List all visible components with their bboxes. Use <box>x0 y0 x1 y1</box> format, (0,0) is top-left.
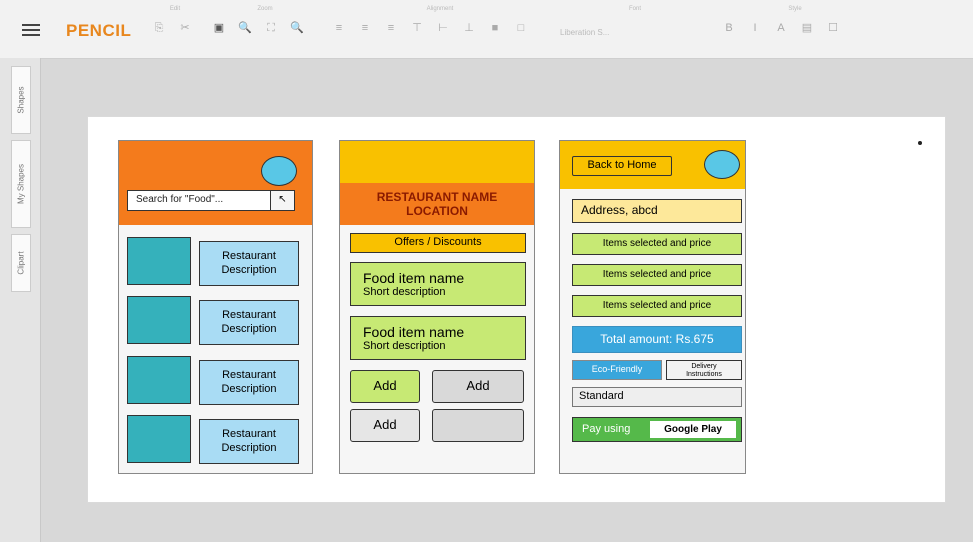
italic-icon[interactable]: I <box>746 21 764 35</box>
restaurant-name: RESTAURANT NAME <box>376 190 498 204</box>
phone-mockup-menu[interactable]: RESTAURANT NAME LOCATION Offers / Discou… <box>339 140 535 474</box>
header-bar <box>340 141 534 184</box>
fill-color-icon[interactable]: ▤ <box>798 21 816 35</box>
toolbar: PENCIL Edit ⎘ ✂ Zoom ▣ 🔍 ⛶ 🔍 Alignment ≡… <box>0 0 973 59</box>
align-top-icon[interactable]: ⊤ <box>408 21 426 35</box>
ungroup-icon[interactable]: □ <box>512 21 530 35</box>
align-center-icon[interactable]: ≡ <box>356 21 374 35</box>
canvas-dot <box>918 141 922 145</box>
restaurant-description[interactable]: Restaurant Description <box>199 300 299 345</box>
search-button[interactable]: ↖ <box>270 190 295 211</box>
food-item-desc: Short description <box>363 340 446 352</box>
restaurant-description[interactable]: Restaurant Description <box>199 241 299 286</box>
zoom-in-icon[interactable]: 🔍 <box>236 21 254 35</box>
restaurant-thumbnail[interactable] <box>127 356 191 404</box>
app-title: PENCIL <box>66 21 132 40</box>
add-button[interactable]: Add <box>350 409 420 442</box>
cart-item[interactable]: Items selected and price <box>572 233 742 255</box>
profile-avatar[interactable] <box>261 156 297 186</box>
text-color-icon[interactable]: A <box>772 21 790 35</box>
border-icon[interactable]: ☐ <box>824 21 842 35</box>
bold-icon[interactable]: B <box>720 21 738 35</box>
search-icon: ↖ <box>278 194 287 205</box>
copy-icon[interactable]: ⎘ <box>150 21 168 35</box>
payment-method: Google Play <box>650 421 736 438</box>
zoom-fit-icon[interactable]: ⛶ <box>262 21 280 35</box>
zoom-out-icon[interactable]: 🔍 <box>288 21 306 35</box>
drawing-canvas[interactable]: Search for "Food"... ↖ Restaurant Descri… <box>87 116 946 503</box>
alignment-group: Alignment ≡ ≡ ≡ ⊤ ⊢ ⊥ ■ □ <box>330 6 550 52</box>
tab-my-shapes[interactable]: My Shapes <box>11 140 31 228</box>
food-item-desc: Short description <box>363 286 446 298</box>
profile-avatar[interactable] <box>704 150 740 179</box>
offers-button[interactable]: Offers / Discounts <box>350 233 526 253</box>
edit-group: Edit ⎘ ✂ <box>150 6 200 52</box>
food-item-card[interactable]: Food item name Short description <box>350 262 526 306</box>
tab-shapes[interactable]: Shapes <box>11 66 31 134</box>
paste-icon[interactable]: ▣ <box>210 21 228 35</box>
cart-item[interactable]: Items selected and price <box>572 264 742 286</box>
hamburger-menu-icon[interactable] <box>22 24 40 36</box>
restaurant-thumbnail[interactable] <box>127 415 191 463</box>
style-group: Style B I A ▤ ☐ <box>720 6 870 52</box>
pay-label: Pay using <box>582 423 631 435</box>
align-bottom-icon[interactable]: ⊥ <box>460 21 478 35</box>
food-item-card[interactable]: Food item name Short description <box>350 316 526 360</box>
restaurant-description[interactable]: Restaurant Description <box>199 360 299 405</box>
align-right-icon[interactable]: ≡ <box>382 21 400 35</box>
add-button[interactable]: Add <box>432 370 524 403</box>
phone-mockup-checkout[interactable]: Back to Home Address, abcd Items selecte… <box>559 140 746 474</box>
cart-item[interactable]: Items selected and price <box>572 295 742 317</box>
address-field[interactable]: Address, abcd <box>572 199 742 223</box>
tab-clipart[interactable]: Clipart <box>11 234 31 292</box>
delivery-instructions-button[interactable]: Delivery Instructions <box>666 360 742 380</box>
pay-button[interactable]: Pay using Google Play <box>572 417 742 442</box>
restaurant-thumbnail[interactable] <box>127 237 191 285</box>
font-group: Font Liberation S... <box>560 6 641 37</box>
restaurant-description[interactable]: Restaurant Description <box>199 419 299 464</box>
add-button-empty[interactable] <box>432 409 524 442</box>
phone-mockup-restaurants[interactable]: Search for "Food"... ↖ Restaurant Descri… <box>118 140 313 474</box>
cut-icon[interactable]: ✂ <box>176 21 194 35</box>
zoom-tools-group: Zoom ▣ 🔍 ⛶ 🔍 <box>210 6 320 52</box>
restaurant-thumbnail[interactable] <box>127 296 191 344</box>
total-amount: Total amount: Rs.675 <box>572 326 742 353</box>
font-select[interactable]: Liberation S... <box>560 28 609 37</box>
eco-friendly-button[interactable]: Eco-Friendly <box>572 360 662 380</box>
restaurant-location: LOCATION <box>406 204 468 218</box>
restaurant-header: RESTAURANT NAME LOCATION <box>340 183 534 225</box>
group-icon[interactable]: ■ <box>486 21 504 35</box>
back-to-home-button[interactable]: Back to Home <box>572 156 672 176</box>
align-left-icon[interactable]: ≡ <box>330 21 348 35</box>
add-button[interactable]: Add <box>350 370 420 403</box>
delivery-option-select[interactable]: Standard <box>572 387 742 407</box>
food-item-name: Food item name <box>363 324 465 340</box>
food-item-name: Food item name <box>363 270 465 286</box>
search-input[interactable]: Search for "Food"... <box>127 190 279 211</box>
align-middle-icon[interactable]: ⊢ <box>434 21 452 35</box>
left-sidebar: Shapes My Shapes Clipart <box>0 58 41 542</box>
